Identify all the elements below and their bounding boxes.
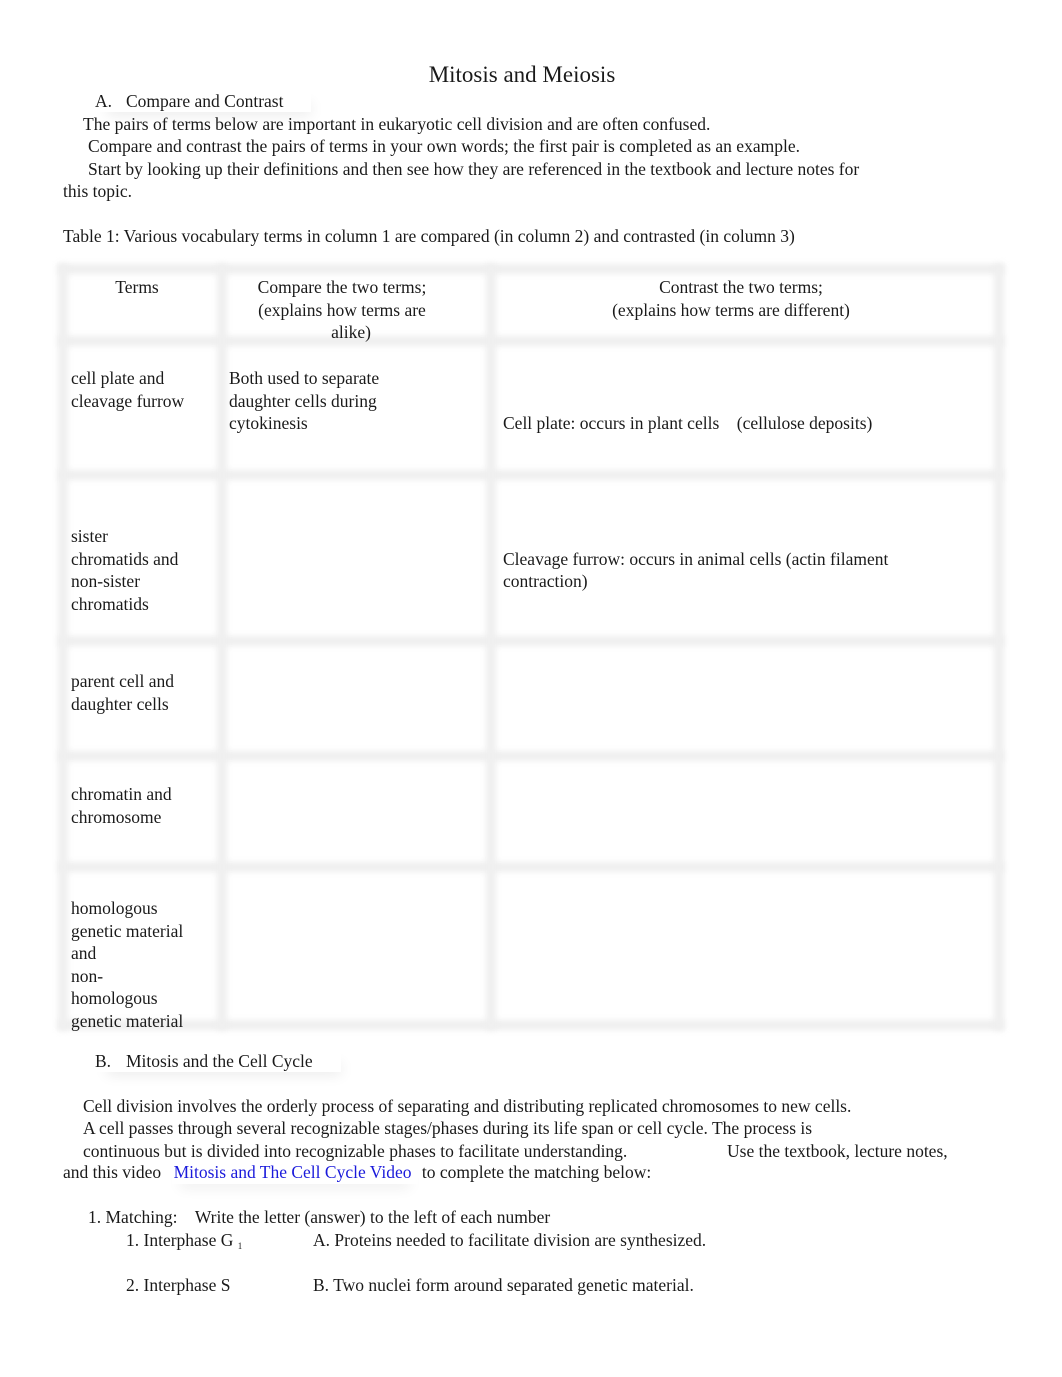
header-contrast: Contrast the two terms; (explains how te… bbox=[498, 270, 964, 327]
section-a-letter: A. bbox=[95, 91, 113, 111]
row-5-contrast[interactable] bbox=[496, 870, 990, 1016]
matching-term-subscript: 1 bbox=[237, 1241, 243, 1251]
matching-item-2-term: 2. Interphase S bbox=[126, 1275, 231, 1295]
section-b-line-4: and this video Mitosis and The Cell Cycl… bbox=[63, 1161, 651, 1183]
term-line: genetic material bbox=[71, 920, 184, 941]
term-line: genetic material bbox=[71, 1010, 184, 1031]
term-line: and bbox=[71, 943, 97, 963]
section-b-line-3b: Use the textbook, lecture notes, bbox=[727, 1141, 948, 1161]
term-line: chromatids bbox=[71, 593, 149, 614]
section-a-title: Compare and Contrast bbox=[126, 91, 284, 111]
section-b-letter: B. bbox=[95, 1051, 112, 1071]
header-contrast-line: (explains how terms are different) bbox=[612, 299, 850, 320]
section-a-line-3: Start by looking up their definitions an… bbox=[88, 159, 860, 179]
matching-item-1-answer: A. Proteins needed to facilitate divisio… bbox=[313, 1230, 707, 1250]
matching-number: 1. Matching: bbox=[88, 1207, 178, 1227]
header-contrast-line: Contrast the two terms; bbox=[659, 277, 823, 297]
term-line: non- bbox=[71, 965, 104, 986]
row-4-compare[interactable] bbox=[226, 759, 482, 859]
row-3-contrast[interactable] bbox=[496, 644, 990, 748]
term-line: homologous bbox=[71, 988, 158, 1008]
matching-term-text: 1. Interphase G bbox=[126, 1230, 234, 1250]
term-line: homologous bbox=[71, 898, 158, 918]
term-line: non-sister bbox=[71, 571, 141, 591]
matching-instruction: Write the letter (answer) to the left of… bbox=[194, 1207, 551, 1227]
row-4-contrast[interactable] bbox=[496, 759, 990, 859]
term-line: parent cell and bbox=[71, 671, 175, 691]
row-2-terms: sister chromatids and non-sister chromat… bbox=[59, 519, 217, 621]
row-1-terms: cell plate and cleavage furrow bbox=[59, 361, 217, 418]
table-caption: Table 1: Various vocabulary terms in col… bbox=[63, 226, 795, 246]
term-line: cleavage furrow bbox=[71, 390, 185, 411]
term-line: daughter cells bbox=[71, 693, 169, 714]
section-a-line-4: this topic. bbox=[63, 181, 133, 201]
compare-line: daughter cells during bbox=[229, 390, 377, 411]
compare-line: cytokinesis bbox=[229, 413, 308, 433]
header-terms: Terms bbox=[115, 277, 159, 297]
section-a-line-2: Compare and contrast the pairs of terms … bbox=[88, 136, 800, 156]
row-5-terms: homologous genetic material and non- hom… bbox=[59, 891, 217, 1038]
term-line: cell plate and bbox=[71, 368, 165, 388]
compare-line: Both used to separate bbox=[229, 368, 380, 388]
row-1-compare[interactable]: Both used to separate daughter cells dur… bbox=[217, 361, 477, 441]
matching-heading: 1. Matching: Write the letter (answer) t… bbox=[88, 1206, 550, 1228]
header-compare-line: Compare the two terms; bbox=[257, 277, 427, 297]
header-compare-line: (explains how terms are bbox=[258, 299, 426, 320]
video-suffix: to complete the matching below: bbox=[421, 1162, 652, 1182]
video-prefix: and this video bbox=[63, 1162, 162, 1182]
section-b-title: Mitosis and the Cell Cycle bbox=[126, 1051, 313, 1071]
matching-item-2-answer: B. Two nuclei form around separated gene… bbox=[313, 1275, 694, 1295]
section-b-line-3: continuous but is divided into recogniza… bbox=[83, 1141, 628, 1161]
section-b-line-1: Cell division involves the orderly proce… bbox=[83, 1096, 852, 1116]
term-line: sister bbox=[71, 526, 108, 546]
row-4-terms: chromatin and chromosome bbox=[59, 777, 217, 834]
contrast-line: Cell plate: occurs in plant cells (cellu… bbox=[503, 413, 873, 433]
section-a-heading: A. Compare and Contrast bbox=[95, 90, 311, 112]
table-row-divider bbox=[58, 336, 1004, 346]
header-compare: Compare the two terms; (explains how ter… bbox=[228, 270, 456, 350]
row-2-compare[interactable] bbox=[226, 478, 482, 633]
term-line: chromosome bbox=[71, 806, 162, 827]
header-compare-line: alike) bbox=[331, 322, 371, 342]
row-3-compare[interactable] bbox=[226, 644, 482, 748]
table-border-right bbox=[994, 264, 1004, 1030]
video-link[interactable]: Mitosis and The Cell Cycle Video bbox=[172, 1162, 418, 1184]
matching-item-1-term: 1. Interphase G 1 bbox=[126, 1229, 242, 1257]
row-5-compare[interactable] bbox=[226, 870, 482, 1016]
vocabulary-table: Terms Compare the two terms; (explains h… bbox=[58, 264, 1004, 1031]
row-2-contrast[interactable] bbox=[496, 478, 990, 633]
section-b-heading: B. Mitosis and the Cell Cycle bbox=[95, 1050, 341, 1072]
term-line: chromatin and bbox=[71, 784, 172, 804]
row-3-terms: parent cell and daughter cells bbox=[59, 664, 217, 721]
document-title: Mitosis and Meiosis bbox=[428, 62, 616, 87]
section-b-line-2: A cell passes through several recognizab… bbox=[83, 1118, 813, 1138]
section-a-line-1: The pairs of terms below are important i… bbox=[83, 114, 711, 134]
term-line: chromatids and bbox=[71, 548, 179, 569]
